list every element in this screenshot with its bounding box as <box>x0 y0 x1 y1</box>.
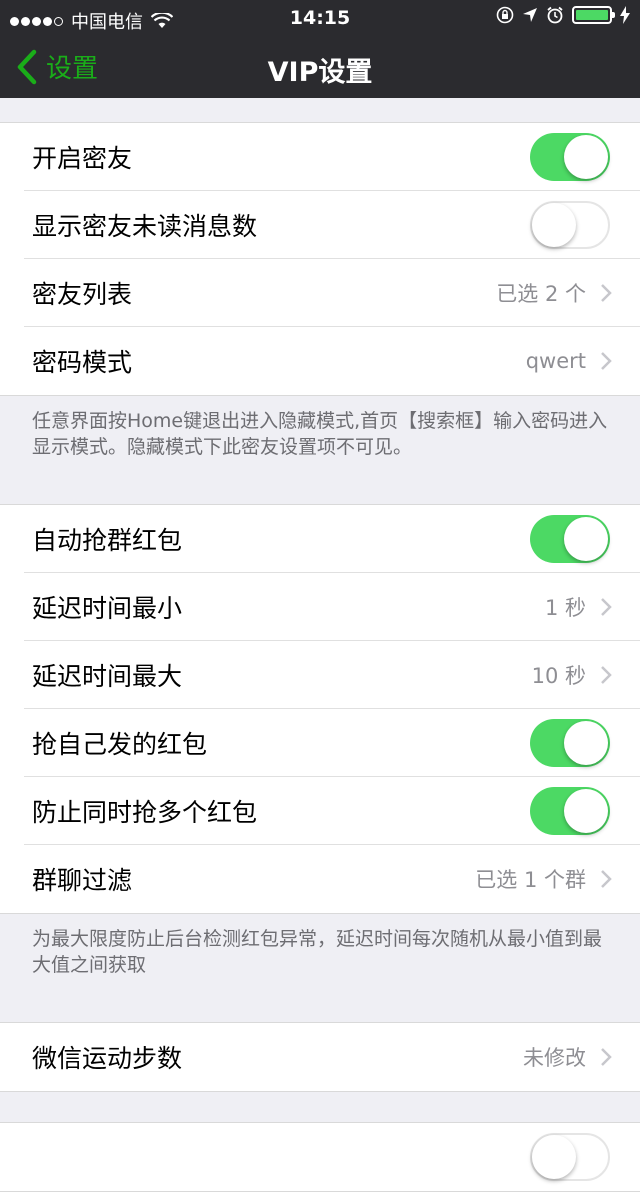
group-red-packets: 自动抢群红包 延迟时间最小 1 秒 延迟时间最大 10 秒 抢自己发的红包 防止… <box>0 504 640 914</box>
row-label: 延迟时间最大 <box>32 661 183 691</box>
footnote-red-packets: 为最大限度防止后台检测红包异常，延迟时间每次随机从最小值到最大值之间获取 <box>32 928 603 976</box>
footnote-secret-friends: 任意界面按Home键退出进入隐藏模式,首页【搜索框】输入密码进入显示模式。隐藏模… <box>32 410 608 458</box>
status-bar: 中国电信 14:15 <box>0 0 640 40</box>
toggle-switch[interactable] <box>530 132 610 181</box>
chevron-right-icon <box>601 283 612 302</box>
row-auto-grab-red-packets[interactable]: 自动抢群红包 <box>24 505 640 573</box>
chevron-right-icon <box>601 665 612 684</box>
row-label: 密友列表 <box>32 279 133 309</box>
battery-icon <box>572 6 615 24</box>
chevron-right-icon <box>601 870 612 888</box>
row-label: 防止同时抢多个红包 <box>32 797 258 827</box>
location-arrow-icon <box>523 8 537 22</box>
row-group-chat-filter[interactable]: 群聊过滤 已选 1 个群 <box>24 845 640 913</box>
alarm-clock-icon <box>547 6 563 24</box>
group-wechat-steps: 微信运动步数 未修改 <box>0 1022 640 1092</box>
chevron-right-icon <box>601 597 612 616</box>
row-grab-own-red-packets[interactable]: 抢自己发的红包 <box>24 709 640 777</box>
status-right <box>496 6 630 24</box>
page-title: VIP设置 <box>267 57 373 88</box>
rotation-lock-icon <box>496 6 514 24</box>
row-label: 延迟时间最小 <box>32 593 183 623</box>
toggle-switch[interactable] <box>530 786 610 835</box>
group-partial <box>0 1122 640 1192</box>
row-value: 已选 2 个 <box>496 281 586 306</box>
row-label: 抢自己发的红包 <box>32 729 208 759</box>
row-value: 10 秒 <box>531 663 586 688</box>
row-value: 未修改 <box>523 1046 586 1070</box>
row-label: 自动抢群红包 <box>32 525 183 555</box>
row-label: 显示密友未读消息数 <box>32 211 258 241</box>
row-label: 微信运动步数 <box>32 1044 183 1073</box>
toggle-switch[interactable] <box>530 200 610 249</box>
row-value: qwert <box>525 349 586 373</box>
navigation-bar: 设置 VIP设置 <box>0 40 640 98</box>
chevron-right-icon <box>601 352 612 370</box>
chevron-right-icon <box>601 1048 612 1066</box>
row-value: 1 秒 <box>544 595 586 620</box>
toggle-switch[interactable] <box>530 1133 610 1181</box>
row-wechat-steps[interactable]: 微信运动步数 未修改 <box>24 1023 640 1091</box>
row-label: 群聊过滤 <box>32 866 133 895</box>
row-friend-list[interactable]: 密友列表 已选 2 个 <box>24 259 640 327</box>
row-min-delay[interactable]: 延迟时间最小 1 秒 <box>24 573 640 641</box>
row-label: 密码模式 <box>32 348 133 377</box>
row-partial-toggle[interactable] <box>24 1123 640 1191</box>
settings-content: 开启密友 显示密友未读消息数 密友列表 已选 2 个 密码模式 qwert 任意… <box>0 98 640 1192</box>
row-value: 已选 1 个群 <box>475 868 586 892</box>
row-prevent-multiple-grabs[interactable]: 防止同时抢多个红包 <box>24 777 640 845</box>
toggle-switch[interactable] <box>530 514 610 563</box>
group-secret-friends: 开启密友 显示密友未读消息数 密友列表 已选 2 个 密码模式 qwert <box>0 122 640 396</box>
charging-bolt-icon <box>620 6 630 24</box>
row-max-delay[interactable]: 延迟时间最大 10 秒 <box>24 641 640 709</box>
row-password-mode[interactable]: 密码模式 qwert <box>24 327 640 395</box>
row-show-unread-count[interactable]: 显示密友未读消息数 <box>24 191 640 259</box>
row-enable-secret-friends[interactable]: 开启密友 <box>24 123 640 191</box>
toggle-switch[interactable] <box>530 718 610 767</box>
row-label: 开启密友 <box>32 143 133 173</box>
